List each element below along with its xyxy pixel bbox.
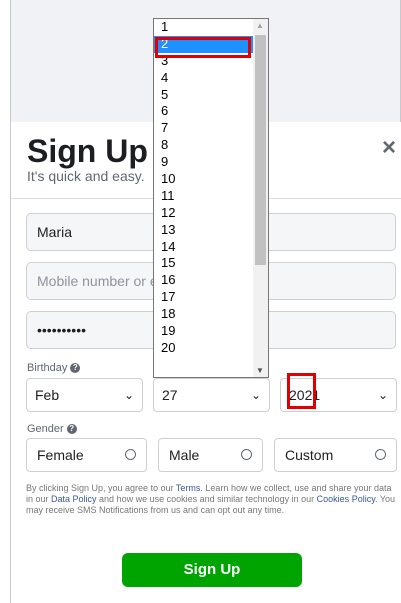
dropdown-option[interactable]: 9 — [154, 154, 254, 171]
dropdown-option[interactable]: 18 — [154, 306, 254, 323]
dropdown-option[interactable]: 14 — [154, 239, 254, 256]
help-icon[interactable]: ? — [66, 424, 77, 435]
dropdown-option[interactable]: 19 — [154, 323, 254, 340]
dropdown-option[interactable]: 15 — [154, 255, 254, 272]
signup-button[interactable]: Sign Up — [122, 553, 302, 587]
gender-male-label: Male — [169, 447, 200, 463]
highlight-selected-option — [155, 37, 251, 58]
dropdown-option[interactable]: 1 — [154, 19, 254, 36]
birth-month-select[interactable]: Feb ⌄ — [26, 378, 143, 412]
chevron-down-icon: ⌄ — [123, 388, 134, 402]
scroll-up-icon[interactable]: ▲ — [256, 21, 264, 30]
radio-icon[interactable] — [241, 449, 252, 460]
dropdown-option[interactable]: 12 — [154, 205, 254, 222]
dropdown-option[interactable]: 17 — [154, 289, 254, 306]
close-icon[interactable]: × — [382, 134, 396, 162]
birth-day-value: 27 — [162, 387, 178, 403]
dropdown-option[interactable]: 6 — [154, 103, 254, 120]
chevron-down-icon: ⌄ — [377, 388, 388, 402]
terms-text: By clicking Sign Up, you agree to our Te… — [26, 483, 398, 516]
radio-icon[interactable] — [125, 449, 136, 460]
dropdown-option[interactable]: 5 — [154, 87, 254, 104]
terms-link[interactable]: Terms — [176, 483, 201, 493]
scroll-down-icon[interactable]: ▼ — [256, 366, 264, 375]
birth-day-select[interactable]: 27 ⌄ — [153, 378, 270, 412]
data-policy-link[interactable]: Data Policy — [51, 494, 97, 504]
modal-subtitle: It's quick and easy. — [27, 168, 145, 184]
dropdown-option[interactable]: 7 — [154, 120, 254, 137]
dropdown-option[interactable]: 11 — [154, 188, 254, 205]
gender-male-option[interactable]: Male — [158, 438, 263, 472]
dropdown-option[interactable]: 13 — [154, 222, 254, 239]
birthday-label-text: Birthday — [27, 362, 68, 374]
dropdown-scrollbar[interactable]: ▲ ▼ — [253, 19, 268, 377]
gender-custom-label: Custom — [285, 447, 334, 463]
gender-label-text: Gender — [27, 423, 64, 435]
dropdown-option[interactable]: 10 — [154, 171, 254, 188]
birthday-label: Birthday? — [27, 362, 81, 374]
gender-female-label: Female — [37, 447, 84, 463]
day-dropdown-list[interactable]: 1 2 3 4 5 6 7 8 9 10 11 12 13 14 15 16 17 18 19 20 ▲ ▼ — [153, 18, 269, 378]
radio-icon[interactable] — [375, 449, 386, 460]
modal-title: Sign Up — [27, 133, 148, 169]
dropdown-option[interactable]: 4 — [154, 70, 254, 87]
help-icon[interactable]: ? — [70, 363, 81, 374]
dropdown-options: 1 2 3 4 5 6 7 8 9 10 11 12 13 14 15 16 17 18 19 20 — [154, 19, 254, 357]
highlight-year-field — [287, 373, 316, 409]
gender-custom-option[interactable]: Custom — [274, 438, 397, 472]
cookies-policy-link[interactable]: Cookies Policy — [317, 494, 375, 504]
scrollbar-thumb[interactable] — [255, 35, 266, 265]
terms-text-3: and how we use cookies and similar techn… — [96, 494, 317, 504]
gender-label: Gender? — [27, 423, 77, 435]
dropdown-option[interactable]: 16 — [154, 272, 254, 289]
dropdown-option[interactable]: 8 — [154, 137, 254, 154]
chevron-down-icon: ⌄ — [250, 388, 261, 402]
dropdown-option[interactable]: 20 — [154, 340, 254, 357]
birth-month-value: Feb — [35, 387, 60, 403]
terms-text-1: By clicking Sign Up, you agree to our — [26, 483, 176, 493]
gender-female-option[interactable]: Female — [26, 438, 147, 472]
